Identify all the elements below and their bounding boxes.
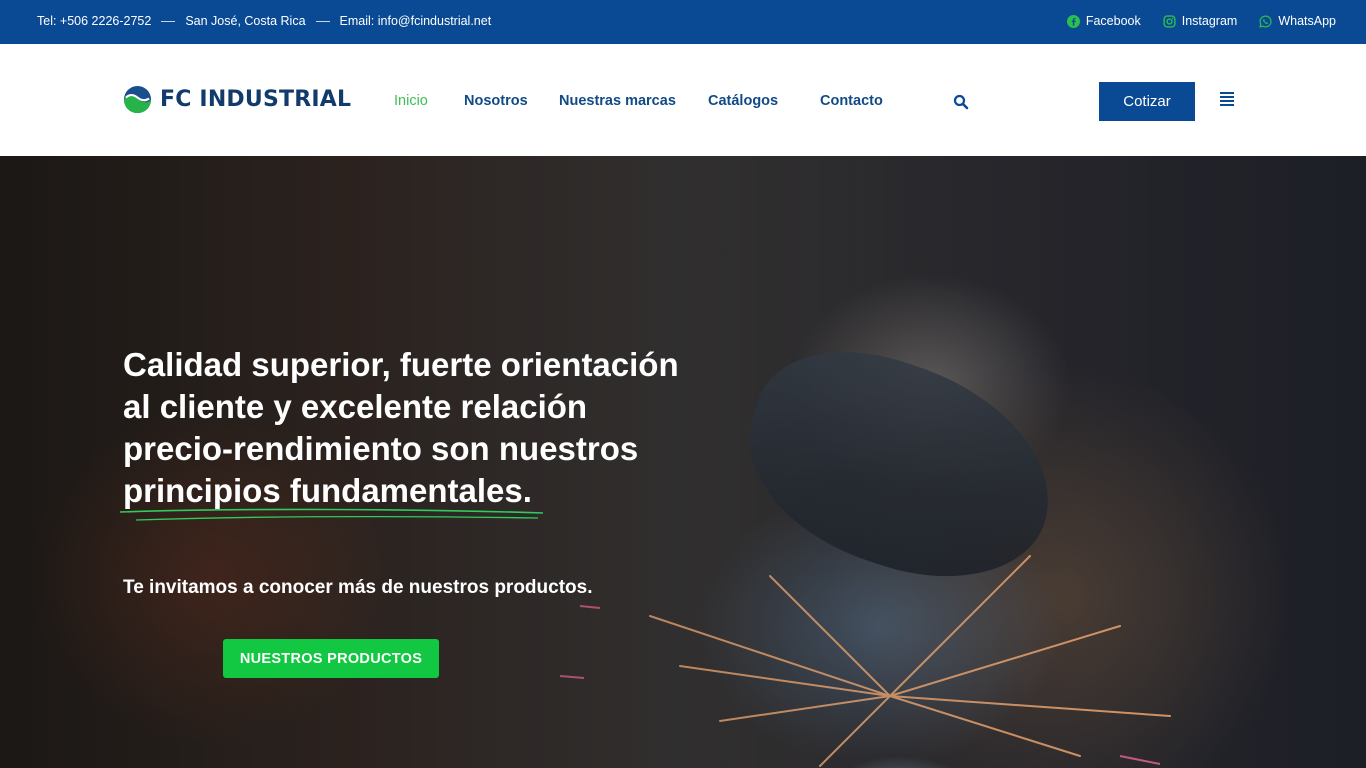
facebook-icon bbox=[1066, 14, 1080, 28]
nav-item-contacto[interactable]: Contacto bbox=[820, 93, 883, 109]
nuestros-productos-button[interactable]: NUESTROS PRODUCTOS bbox=[223, 639, 439, 678]
whatsapp-link[interactable]: WhatsApp bbox=[1259, 14, 1336, 28]
facebook-link[interactable]: Facebook bbox=[1066, 14, 1141, 28]
instagram-icon bbox=[1163, 14, 1176, 28]
nav-item-nosotros[interactable]: Nosotros bbox=[464, 93, 528, 109]
whatsapp-label: WhatsApp bbox=[1278, 14, 1336, 28]
separator bbox=[161, 20, 176, 22]
search-icon[interactable] bbox=[953, 94, 969, 110]
social-links: Facebook Instagram WhatsApp bbox=[1045, 14, 1336, 28]
hero-headline: Calidad superior, fuerte orientación al … bbox=[123, 346, 679, 509]
nav-item-inicio[interactable]: Inicio bbox=[394, 93, 428, 109]
nav-item-catalogos[interactable]: Catálogos bbox=[708, 93, 778, 109]
contact-info: Tel: +506 2226-2752 San José, Costa Rica… bbox=[37, 14, 491, 28]
site-header: FC INDUSTRIAL Inicio Nosotros Nuestras m… bbox=[0, 44, 1366, 156]
headline-underline bbox=[119, 508, 544, 521]
nav-item-nuestras-marcas[interactable]: Nuestras marcas bbox=[559, 93, 676, 109]
hero-subtext: Te invitamos a conocer más de nuestros p… bbox=[123, 577, 593, 598]
separator bbox=[315, 20, 330, 22]
hero-banner: Calidad superior, fuerte orientación al … bbox=[0, 156, 1366, 768]
instagram-link[interactable]: Instagram bbox=[1163, 14, 1238, 28]
menu-icon[interactable] bbox=[1219, 91, 1235, 107]
phone-text[interactable]: Tel: +506 2226-2752 bbox=[37, 14, 151, 28]
location-text: San José, Costa Rica bbox=[185, 14, 306, 28]
instagram-label: Instagram bbox=[1181, 14, 1238, 28]
whatsapp-icon bbox=[1259, 15, 1272, 28]
facebook-label: Facebook bbox=[1085, 14, 1141, 28]
top-bar: Tel: +506 2226-2752 San José, Costa Rica… bbox=[0, 0, 1366, 44]
cotizar-button[interactable]: Cotizar bbox=[1099, 82, 1195, 121]
email-text[interactable]: Email: info@fcindustrial.net bbox=[340, 14, 492, 28]
